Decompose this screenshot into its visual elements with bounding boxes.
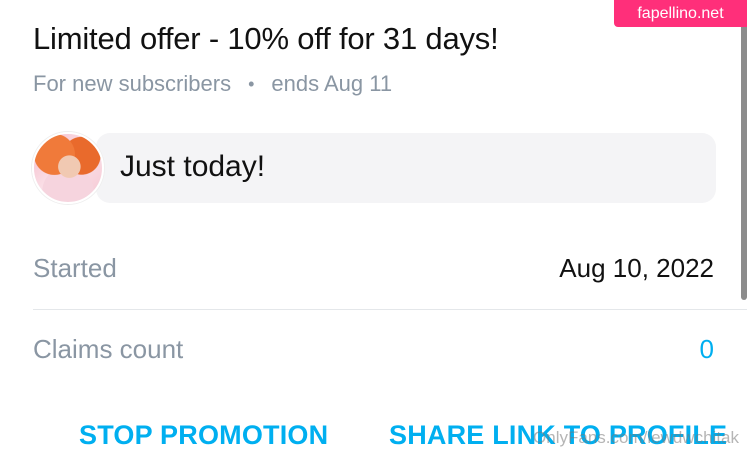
offer-audience: For new subscribers — [33, 71, 232, 96]
offer-ends: ends Aug 11 — [271, 71, 393, 96]
started-label: Started — [33, 253, 117, 283]
claims-count-value[interactable]: 0 — [700, 334, 714, 365]
separator-dot: • — [248, 73, 255, 94]
stop-promotion-button[interactable]: STOP PROMOTION — [79, 420, 328, 450]
watermark-url: OnlyFans.com/lewdwchitak — [533, 428, 739, 447]
promotion-screen: Limited offer - 10% off for 31 days! For… — [0, 0, 747, 450]
divider — [33, 309, 747, 310]
watermark-badge: fapellino.net — [614, 0, 747, 27]
avatar[interactable] — [32, 132, 104, 204]
claims-count-label: Claims count — [33, 334, 184, 364]
started-value: Aug 10, 2022 — [559, 253, 714, 283]
scrollbar[interactable] — [741, 20, 747, 300]
offer-title: Limited offer - 10% off for 31 days! — [33, 21, 499, 56]
message-text: Just today! — [120, 150, 266, 183]
offer-subline: For new subscribers • ends Aug 11 — [33, 71, 392, 97]
